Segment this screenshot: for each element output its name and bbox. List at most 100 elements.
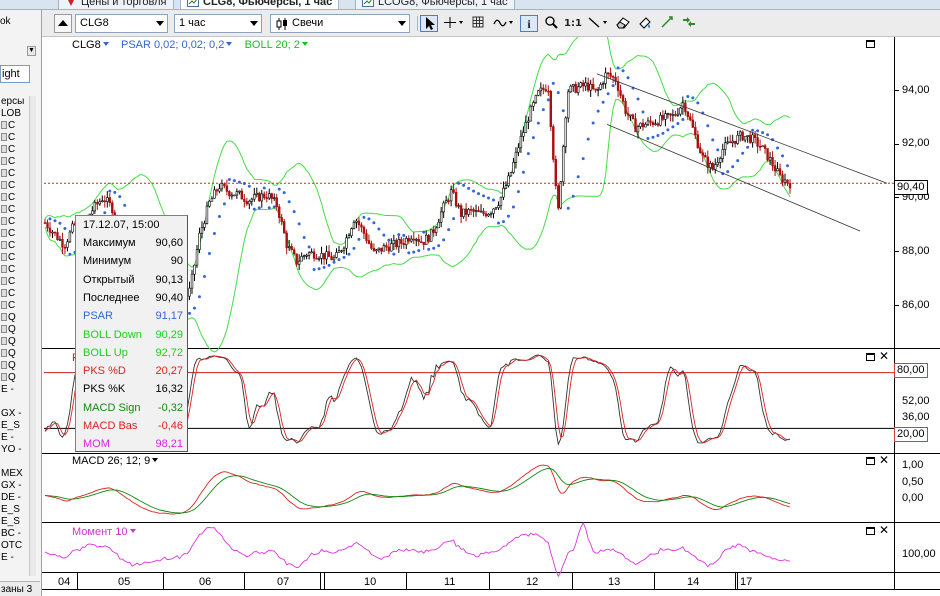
paint-icon[interactable] bbox=[636, 15, 654, 32]
legend-psar[interactable]: PSAR 0,02; 0,02; 0,2 bbox=[121, 39, 224, 51]
crosshair-icon[interactable] bbox=[443, 15, 465, 32]
info-label: i bbox=[527, 17, 531, 31]
candle-body bbox=[721, 149, 724, 159]
symbol-list-item-label: OTC bbox=[1, 540, 23, 551]
candle-body bbox=[300, 255, 303, 262]
candle-body bbox=[325, 251, 328, 260]
instrument-icon bbox=[1, 265, 7, 273]
timeframe-select[interactable]: 1 час bbox=[174, 14, 262, 33]
legend-momentum[interactable]: Момент 10 bbox=[72, 526, 128, 538]
data-window-row-value: 16,32 bbox=[155, 383, 183, 396]
instrument-icon bbox=[1, 181, 7, 189]
maximize-pane-icon[interactable] bbox=[866, 527, 875, 535]
info-icon[interactable]: i bbox=[520, 15, 538, 32]
candle-body bbox=[362, 226, 366, 234]
candle-body bbox=[482, 210, 485, 214]
psar-dot bbox=[606, 92, 610, 96]
candle-body bbox=[631, 114, 635, 120]
psar-dot bbox=[202, 275, 206, 279]
legend-boll[interactable]: BOLL 20; 2 bbox=[245, 39, 300, 51]
chevron-down-icon[interactable] bbox=[129, 529, 136, 533]
filter-input[interactable]: ight bbox=[0, 65, 30, 83]
momentum-legend[interactable]: Момент 10 bbox=[72, 526, 136, 539]
chevron-down-icon bbox=[398, 21, 406, 26]
close-pane-icon[interactable]: ✕ bbox=[879, 454, 889, 466]
scroll-down-button[interactable]: ▼ bbox=[27, 46, 36, 56]
psar-dot bbox=[462, 183, 466, 187]
one-to-one-icon[interactable]: 1:1 bbox=[564, 15, 582, 32]
chart-area[interactable]: CLG8 PSAR 0,02; 0,02; 0,2 BOLL 20; 2 P M… bbox=[42, 37, 940, 596]
stoch-tick-label: 52,00 bbox=[902, 395, 930, 407]
symbol-list-item-label: E - bbox=[1, 552, 14, 563]
grid-icon[interactable] bbox=[469, 15, 487, 32]
chevron-down-icon[interactable] bbox=[301, 42, 308, 46]
chevron-down-icon[interactable] bbox=[152, 458, 159, 462]
zoom-icon[interactable] bbox=[542, 15, 560, 32]
list-scrollbar[interactable] bbox=[29, 96, 36, 576]
instrument-icon bbox=[1, 169, 7, 177]
arrows-alt-icon[interactable] bbox=[680, 15, 698, 32]
symbol-select[interactable]: CLG8 bbox=[75, 14, 168, 33]
data-window-row-value: -0,32 bbox=[157, 401, 183, 414]
candle-body bbox=[447, 200, 450, 202]
chevron-down-icon[interactable] bbox=[226, 42, 233, 46]
candle-body bbox=[370, 243, 373, 249]
eraser-icon[interactable] bbox=[614, 15, 632, 32]
psar-dot bbox=[676, 122, 680, 126]
candle-body bbox=[596, 89, 600, 91]
candle-body bbox=[609, 72, 612, 77]
candle-body bbox=[295, 253, 298, 265]
maximize-pane-icon[interactable] bbox=[866, 40, 875, 48]
main-legend[interactable]: CLG8 PSAR 0,02; 0,02; 0,2 BOLL 20; 2 bbox=[72, 39, 308, 52]
candle-body bbox=[330, 256, 333, 261]
panel-footer-tab[interactable]: заны 3 bbox=[0, 581, 40, 596]
maximize-pane-icon[interactable] bbox=[866, 353, 875, 361]
chevron-down-icon[interactable] bbox=[102, 42, 109, 46]
candle-body bbox=[462, 208, 465, 217]
candle-body bbox=[636, 126, 640, 133]
legend-symbol[interactable]: CLG8 bbox=[72, 39, 101, 51]
psar-dot bbox=[417, 249, 421, 253]
close-pane-icon[interactable]: ✕ bbox=[879, 350, 889, 362]
legend-macd[interactable]: MACD 26; 12; 9 bbox=[72, 455, 150, 467]
line-tool-icon[interactable] bbox=[587, 15, 611, 32]
symbol-list-item-label: C bbox=[8, 132, 16, 143]
candle-body bbox=[280, 217, 283, 222]
psar-dot bbox=[48, 217, 52, 221]
symbol-list-item-label: C bbox=[8, 252, 16, 263]
tab-label: LCOG8, Фьючерсы, 1 час bbox=[378, 0, 508, 8]
psar-dot bbox=[681, 118, 685, 122]
wave-icon[interactable] bbox=[492, 15, 516, 32]
data-window-row-name: Максимум bbox=[83, 237, 136, 249]
macd-legend[interactable]: MACD 26; 12; 9 bbox=[72, 455, 159, 468]
candle-body bbox=[751, 134, 754, 143]
candle-body bbox=[778, 168, 782, 176]
tab-prices-trading[interactable]: Цены и торговля bbox=[58, 0, 174, 9]
cursor-icon[interactable] bbox=[420, 15, 438, 32]
candle-body bbox=[746, 135, 749, 137]
candle-body bbox=[320, 253, 323, 259]
maximize-pane-icon[interactable] bbox=[866, 457, 875, 465]
data-window-row-value: 90 bbox=[170, 255, 183, 268]
tab-lcog8[interactable]: LCOG8, Фьючерсы, 1 час bbox=[355, 0, 515, 9]
date-tick-label: 11 bbox=[444, 576, 456, 588]
arrows-icon[interactable] bbox=[658, 15, 676, 32]
psar-dot bbox=[392, 252, 396, 256]
candle-body bbox=[724, 142, 727, 150]
candle-body bbox=[292, 249, 296, 255]
candle-body bbox=[656, 123, 660, 126]
symbol-list-item-label: E_S bbox=[1, 504, 20, 515]
tab-clg8[interactable]: CLG8, Фьючерсы, 1 час bbox=[180, 0, 340, 9]
candle-body bbox=[340, 250, 343, 252]
psar-dot bbox=[691, 96, 695, 100]
close-pane-icon[interactable]: ✕ bbox=[879, 524, 889, 536]
candle-body bbox=[509, 172, 513, 177]
candle-body bbox=[367, 240, 371, 244]
candle-body bbox=[519, 135, 523, 149]
chart-type-select[interactable]: Свечи bbox=[270, 14, 410, 33]
candle-body bbox=[674, 114, 677, 116]
candle-body bbox=[524, 121, 528, 133]
collapse-toolbar-button[interactable] bbox=[54, 14, 72, 33]
instrument-icon bbox=[1, 205, 7, 213]
candle-body bbox=[502, 187, 505, 198]
